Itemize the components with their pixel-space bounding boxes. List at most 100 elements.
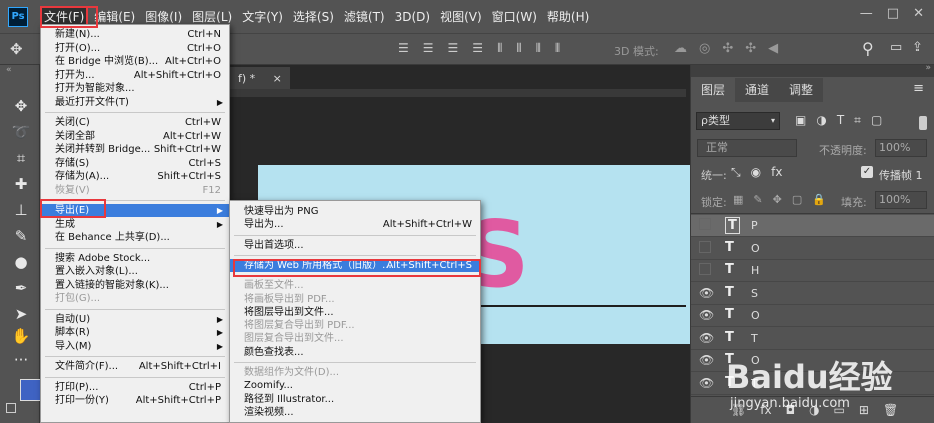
close-tab-icon[interactable]: × [273,72,282,85]
menu-item[interactable]: 颜色查找表... [230,346,480,359]
menu-item[interactable]: 置入嵌入对象(L)... [41,265,229,278]
minimize-icon[interactable]: — [860,6,873,21]
visibility-icon[interactable]: 👁 [699,376,714,390]
unify-icons[interactable]: ⤡ ◉ fx [731,165,782,180]
menu-item[interactable]: 打开为... Alt+Shift+Ctrl+O [41,69,229,82]
3d-tool-icons[interactable]: ☁ ◎ ✣ ✣ ◀ [674,41,778,56]
menu-item[interactable]: 在 Bridge 中浏览(B)... Alt+Ctrl+O [41,55,229,68]
menu-item[interactable]: 生成 ▶ [41,218,229,231]
distribute-icon[interactable]: ☰ [423,41,434,56]
stamp-tool-icon[interactable]: ⊥ [10,199,32,221]
lasso-tool-icon[interactable]: ➰ [10,121,32,143]
distribute-icons[interactable]: ☰ ☰ ☰ ☰ ⦀ ⦀ ⦀ ⦀ [398,41,560,56]
menu-item[interactable]: 打开为智能对象... [41,82,229,95]
menu-item[interactable]: 渲染视频... [230,406,480,419]
more-tools-icon[interactable]: ··· [10,349,32,371]
opacity-input[interactable]: 100% [875,139,927,157]
layer-row[interactable]: TH [691,260,934,282]
path-select-icon[interactable]: ➤ [10,303,32,325]
menu-item[interactable]: 关闭(C) Ctrl+W [41,116,229,129]
menu-item[interactable]: 将画板导出到 PDF... [230,293,480,306]
menu-item[interactable]: 在 Behance 上共享(D)... [41,231,229,244]
visibility-icon[interactable]: 👁 [699,331,714,345]
pen-tool-icon[interactable]: ✒ [10,277,32,299]
maximize-icon[interactable]: □ [887,6,899,21]
distribute-icon[interactable]: ⦀ [536,41,541,56]
3d-slide-icon[interactable]: ✣ [745,41,756,56]
menu-6[interactable]: 滤镜(T) [340,6,389,28]
tab-layers[interactable]: 图层 [691,78,736,102]
distribute-icon[interactable]: ⦀ [555,41,560,56]
visibility-icon[interactable]: 👁 [699,286,714,300]
distribute-icon[interactable]: ⦀ [497,41,502,56]
lock-icons[interactable]: ▦ ✎ ✥ ▢ 🔒 [733,193,826,206]
visibility-icon[interactable] [699,218,711,230]
menu-item[interactable]: 导出(E) ▶ [41,204,229,217]
visibility-icon[interactable]: 👁 [699,308,714,322]
smart-filter-icon[interactable]: ▢ [871,113,882,128]
menu-item[interactable]: 存储为(A)... Shift+Ctrl+S [41,170,229,183]
document-tab[interactable]: f) * × [230,67,290,91]
menu-item[interactable]: 导入(M) ▶ [41,340,229,353]
menu-item[interactable]: 将图层复合导出到 PDF... [230,319,480,332]
layer-row[interactable]: 👁 T O [691,305,934,327]
collapse-icon[interactable]: « [6,65,12,75]
menu-7[interactable]: 3D(D) [391,6,434,28]
tab-adjustments[interactable]: 调整 [779,78,824,102]
default-colors-icon[interactable] [6,403,16,413]
distribute-icon[interactable]: ☰ [472,41,483,56]
menu-item[interactable]: 导出为... Alt+Shift+Ctrl+W [230,218,480,231]
unify-visibility-icon[interactable]: ◉ [751,165,761,180]
distribute-icon[interactable]: ☰ [448,41,459,56]
foreground-color[interactable] [20,379,42,401]
menu-item[interactable]: 打包(G)... [41,292,229,305]
menu-item[interactable]: 导出首选项... [230,239,480,252]
tab-channels[interactable]: 通道 [735,78,780,102]
menu-item[interactable]: 新建(N)... Ctrl+N [41,28,229,41]
distribute-icon[interactable]: ⦀ [516,41,521,56]
menu-item[interactable]: 数据组作为文件(D)... [230,366,480,379]
lock-artboard-icon[interactable]: ▢ [792,193,802,206]
distribute-icon[interactable]: ☰ [398,41,409,56]
menu-item[interactable]: 搜索 Adobe Stock... [41,252,229,265]
menu-9[interactable]: 窗口(W) [488,6,541,28]
menu-5[interactable]: 选择(S) [289,6,338,28]
blur-tool-icon[interactable]: ● [10,251,32,273]
menu-item[interactable]: 置入链接的智能对象(K)... [41,279,229,292]
workspace-icon[interactable]: ▭ [890,40,902,55]
menu-item[interactable]: 自动(U) ▶ [41,313,229,326]
collapse-icon[interactable]: » [925,63,931,73]
lock-pixels-icon[interactable]: ▦ [733,193,743,206]
menu-item[interactable]: 打印(P)... Ctrl+P [41,381,229,394]
visibility-icon[interactable] [699,240,711,253]
filter-icons[interactable]: ▣ ◑ T ⌗ ▢ [795,113,882,128]
menu-item[interactable]: 将图层导出到文件... [230,306,480,319]
brush-tool-icon[interactable]: ✎ [10,225,32,247]
lock-paint-icon[interactable]: ✎ [753,193,762,206]
menu-item[interactable]: 路径到 Illustrator... [230,393,480,406]
adjust-filter-icon[interactable]: ◑ [816,113,826,128]
move-tool-icon[interactable]: ✥ [10,40,23,58]
lock-position-icon[interactable]: ✥ [773,193,782,206]
unify-style-icon[interactable]: fx [771,165,782,180]
propagate-checkbox[interactable]: ✓ [861,166,873,178]
menu-item[interactable]: 恢复(V) F12 [41,184,229,197]
layer-row[interactable]: TO [691,238,934,260]
menu-item[interactable]: 存储为 Web 所用格式（旧版）... Alt+Shift+Ctrl+S [230,258,480,272]
menu-item[interactable]: 图层复合导出到文件... [230,332,480,345]
close-icon[interactable]: ✕ [913,6,924,21]
unify-position-icon[interactable]: ⤡ [731,165,741,180]
menu-item[interactable]: 脚本(R) ▶ [41,326,229,339]
3d-roll-icon[interactable]: ◎ [699,41,710,56]
layer-row[interactable]: 👁 T S [691,283,934,305]
3d-pan-icon[interactable]: ✣ [722,41,733,56]
layer-row[interactable]: TP [691,215,934,237]
search-icon[interactable]: ⚲ [862,39,874,58]
menu-item[interactable]: 打印一份(Y) Alt+Shift+Ctrl+P [41,394,229,407]
share-icon[interactable]: ⇪ [912,40,923,55]
menu-item[interactable]: 关闭全部 Alt+Ctrl+W [41,130,229,143]
panel-menu-icon[interactable]: ≡ [913,81,924,96]
hand-tool-icon[interactable]: ✋ [10,325,32,347]
type-filter-icon[interactable]: T [837,113,844,128]
menu-item[interactable]: 存储(S) Ctrl+S [41,157,229,170]
